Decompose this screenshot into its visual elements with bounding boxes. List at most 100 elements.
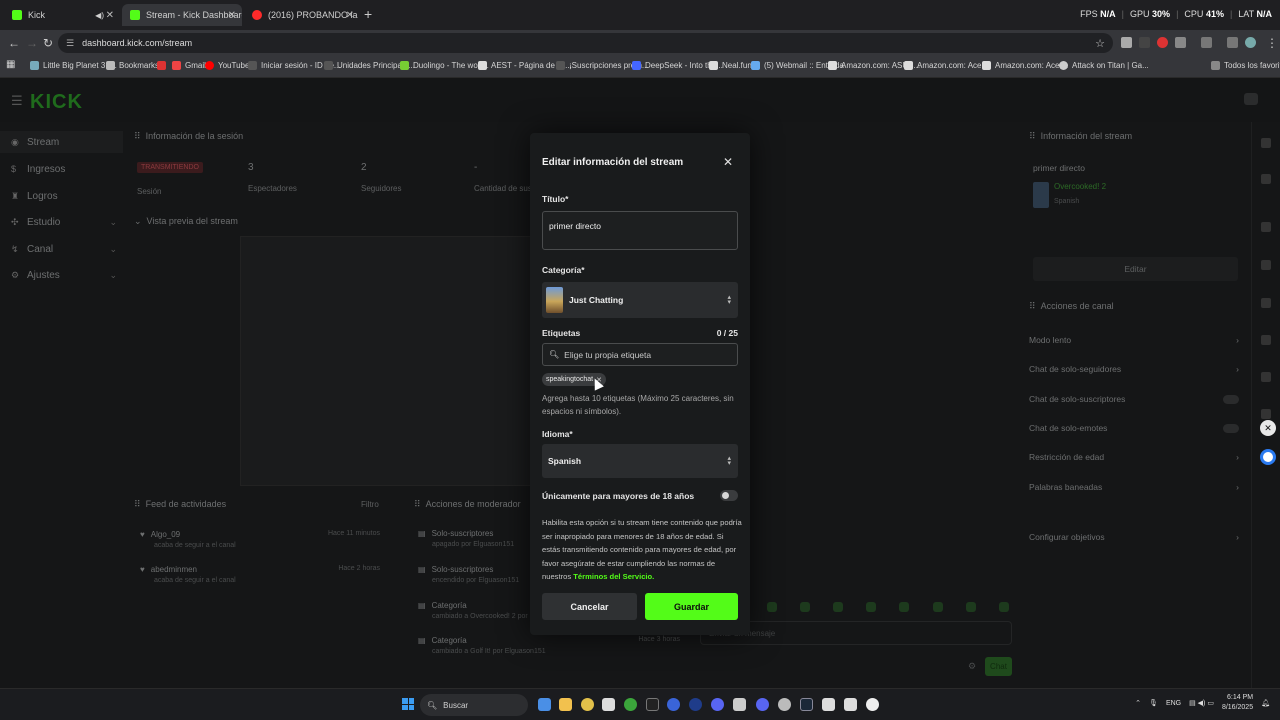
app-icon[interactable]: [822, 698, 835, 711]
channel-action-age-restriction[interactable]: Restricción de edad ›: [1029, 452, 1239, 462]
stream-preview[interactable]: [240, 236, 540, 486]
notifications-bell-icon[interactable]: 🔔︎: [1261, 699, 1270, 707]
taskbar-search[interactable]: 🔍︎ Buscar: [420, 694, 528, 716]
edit-stream-info-button[interactable]: Editar: [1033, 257, 1238, 281]
channel-action-subs-only[interactable]: Chat de solo-suscriptores: [1029, 394, 1239, 404]
reload-icon[interactable]: ↻: [43, 36, 53, 50]
extension-icon[interactable]: [1139, 37, 1150, 48]
app-icon[interactable]: [733, 698, 746, 711]
file-explorer-icon[interactable]: [559, 698, 572, 711]
bookmark-item[interactable]: Gmail: [172, 61, 206, 70]
xbox-icon[interactable]: [624, 698, 637, 711]
steam-icon[interactable]: [800, 698, 813, 711]
emote-icon[interactable]: [966, 602, 976, 612]
bookmark-star-icon[interactable]: ☆: [1095, 37, 1105, 50]
close-overlay-icon[interactable]: ✕: [1260, 420, 1276, 436]
bookmark-item[interactable]: Amazon.com: Acer...: [982, 61, 1068, 70]
extension-icon[interactable]: [1121, 37, 1132, 48]
tags-input[interactable]: 🔍︎ Elige tu propia etiqueta: [542, 343, 738, 366]
channel-action-slow-mode[interactable]: Modo lento ›: [1029, 335, 1239, 345]
new-tab-button[interactable]: +: [364, 6, 372, 22]
close-tab-icon[interactable]: ✕: [346, 10, 354, 21]
app-icon[interactable]: [844, 698, 857, 711]
rail-icon[interactable]: [1261, 138, 1271, 148]
adult-only-toggle[interactable]: [720, 490, 738, 501]
rail-icon[interactable]: [1261, 335, 1271, 345]
emote-icon[interactable]: [833, 602, 843, 612]
emote-icon[interactable]: [800, 602, 810, 612]
extension-icon[interactable]: [1157, 37, 1168, 48]
channel-action-goals[interactable]: Configurar objetivos ›: [1029, 532, 1239, 542]
emote-icon[interactable]: [767, 602, 777, 612]
store-icon[interactable]: [602, 698, 615, 711]
emote-icon[interactable]: [899, 602, 909, 612]
wifi-speaker-battery-icons[interactable]: ▤ ◀) ▭: [1189, 699, 1214, 707]
chevron-up-icon[interactable]: ⌃: [1135, 699, 1141, 707]
terms-of-service-link[interactable]: Términos del Servicio.: [573, 572, 654, 581]
language-select[interactable]: Spanish ▴ ▾: [542, 444, 738, 478]
microphone-icon[interactable]: 🎙︎: [1149, 699, 1158, 707]
rail-icon[interactable]: [1261, 372, 1271, 382]
bookmark-item[interactable]: [157, 61, 170, 70]
rail-icon[interactable]: [1261, 298, 1271, 308]
app-icon[interactable]: [689, 698, 702, 711]
toggle-switch[interactable]: [1223, 423, 1239, 433]
profile-avatar-icon[interactable]: [1245, 37, 1256, 48]
side-panel-icon[interactable]: [1201, 37, 1212, 48]
channel-action-banned-words[interactable]: Palabras baneadas ›: [1029, 482, 1239, 492]
feed-filter-button[interactable]: Filtro: [361, 500, 379, 509]
bookmark-item[interactable]: Bookmarks: [106, 61, 159, 70]
stream-title-input[interactable]: primer directo: [542, 211, 738, 250]
task-view-icon[interactable]: [538, 698, 551, 711]
rail-icon[interactable]: [1261, 409, 1271, 419]
sidebar-item-estudio[interactable]: ✣ Estudio ⌄: [0, 211, 123, 233]
channel-action-emotes-only[interactable]: Chat de solo-emotes: [1029, 423, 1239, 433]
tab-stream-dashboard[interactable]: Stream - Kick Dashboard ✕: [122, 4, 242, 26]
chrome-icon[interactable]: [581, 698, 594, 711]
kick-logo[interactable]: KICK: [30, 91, 83, 114]
close-icon[interactable]: ✕: [723, 155, 733, 169]
speaker-icon[interactable]: ◀): [95, 11, 104, 20]
toggle-switch[interactable]: [1223, 394, 1239, 404]
sidebar-item-stream[interactable]: ◉ Stream: [0, 131, 123, 153]
circle-ring-icon[interactable]: [1260, 449, 1276, 465]
close-tab-icon[interactable]: ✕: [106, 10, 114, 21]
discord-icon[interactable]: [756, 698, 769, 711]
address-bar[interactable]: ☰ dashboard.kick.com/stream ☆: [58, 33, 1113, 53]
emote-icon[interactable]: [999, 602, 1009, 612]
notifications-icon[interactable]: [1244, 93, 1258, 105]
bookmark-item[interactable]: YouTube: [205, 61, 249, 70]
apps-grid-icon[interactable]: ▦: [6, 59, 15, 70]
hamburger-menu-icon[interactable]: ☰: [11, 93, 23, 109]
rail-icon[interactable]: [1261, 222, 1271, 232]
bookmark-item[interactable]: Amazon.com: Acer...: [904, 61, 990, 70]
rail-icon[interactable]: [1261, 174, 1271, 184]
sidebar-item-ajustes[interactable]: ⚙ Ajustes ⌄: [0, 264, 123, 286]
bookmark-item[interactable]: Attack on Titan | Ga...: [1059, 61, 1149, 70]
tab-kick[interactable]: Kick ◀) ✕: [4, 4, 120, 26]
settings-gear-icon[interactable]: ⚙: [968, 661, 976, 672]
sidebar-item-ingresos[interactable]: $ Ingresos: [0, 158, 123, 180]
forward-icon[interactable]: →: [26, 36, 38, 50]
app-icon[interactable]: [711, 698, 724, 711]
category-select[interactable]: Just Chatting ▴ ▾: [542, 282, 738, 318]
app-icon[interactable]: [646, 698, 659, 711]
tab-youtube-video[interactable]: (2016) PROBANDO la FRANQUI ✕: [244, 4, 360, 26]
sidebar-item-logros[interactable]: ♜ Logros: [0, 185, 123, 207]
app-icon[interactable]: [778, 698, 791, 711]
rail-icon[interactable]: [1261, 260, 1271, 270]
all-bookmarks-folder[interactable]: Todos los favoritos: [1211, 61, 1280, 70]
emote-icon[interactable]: [866, 602, 876, 612]
menu-kebab-icon[interactable]: ⋮: [1266, 36, 1278, 50]
emote-icon[interactable]: [933, 602, 943, 612]
sidebar-item-canal[interactable]: ↯ Canal ⌄: [0, 238, 123, 260]
openai-icon[interactable]: [866, 698, 879, 711]
bookmark-item[interactable]: Neal.fun: [709, 61, 752, 70]
extensions-puzzle-icon[interactable]: [1175, 37, 1186, 48]
clock[interactable]: 6:14 PM 8/16/2025: [1222, 693, 1253, 713]
app-icon[interactable]: [667, 698, 680, 711]
back-icon[interactable]: ←: [8, 36, 20, 50]
bookmarks-panel-icon[interactable]: [1227, 37, 1238, 48]
close-tab-icon[interactable]: ✕: [228, 10, 236, 21]
windows-start-icon[interactable]: [402, 698, 414, 710]
